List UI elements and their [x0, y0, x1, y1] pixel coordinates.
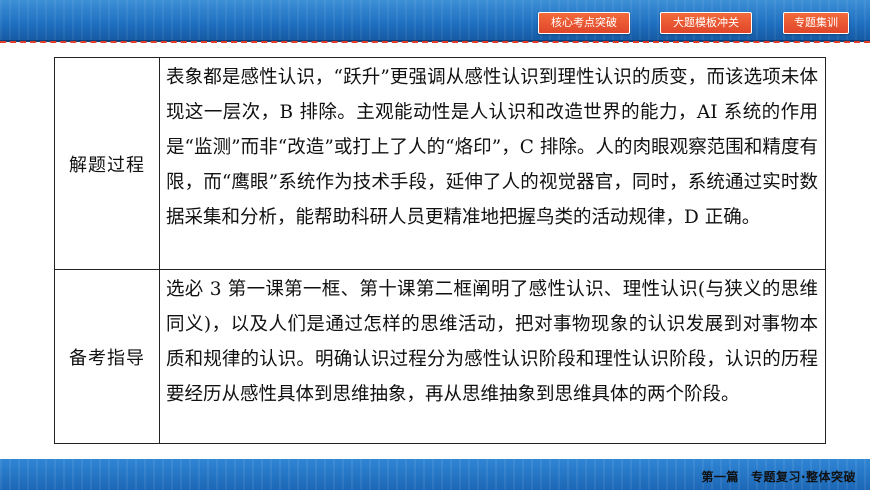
table-row-guidance: 备考指导 选必 3 第一课第一框、第十课第二框阐明了感性认识、理性认识(与狭义的… [55, 270, 825, 444]
footer-part: 第一篇 [701, 470, 739, 484]
solution-text: 表象都是感性认识，“跃升”更强调从感性认识到理性认识的质变，而该选项未体现这一层… [166, 67, 818, 228]
header-divider [0, 41, 870, 43]
nav-button-template-practice[interactable]: 大题模板冲关 [660, 12, 752, 34]
row-label-guidance: 备考指导 [55, 270, 160, 444]
footer-caption: 第一篇 专题复习·整体突破 [689, 468, 856, 485]
content-table: 解题过程 表象都是感性认识，“跃升”更强调从感性认识到理性认识的质变，而该选项未… [54, 57, 826, 444]
row-label-solution: 解题过程 [55, 58, 160, 269]
row-content-guidance: 选必 3 第一课第一框、第十课第二框阐明了感性认识、理性认识(与狭义的思维同义)… [160, 270, 822, 444]
row-content-solution: 表象都是感性认识，“跃升”更强调从感性认识到理性认识的质变，而该选项未体现这一层… [160, 58, 822, 269]
guidance-text: 选必 3 第一课第一框、第十课第二框阐明了感性认识、理性认识(与狭义的思维同义)… [166, 279, 818, 405]
nav-button-topic-training[interactable]: 专题集训 [783, 12, 849, 34]
footer-title: 专题复习·整体突破 [750, 470, 856, 484]
nav-button-core-points[interactable]: 核心考点突破 [538, 12, 630, 34]
table-row-solution: 解题过程 表象都是感性认识，“跃升”更强调从感性认识到理性认识的质变，而该选项未… [55, 58, 825, 270]
